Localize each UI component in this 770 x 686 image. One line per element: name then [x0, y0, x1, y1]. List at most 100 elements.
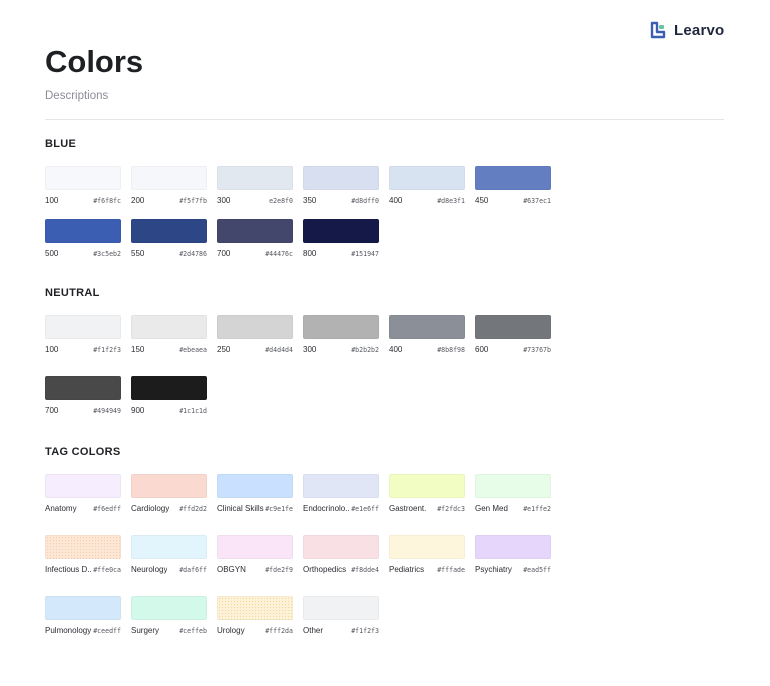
color-swatch[interactable]: 700 #494949 — [45, 376, 121, 416]
swatch-label: 900 — [131, 406, 145, 415]
color-swatch[interactable]: Cardiology #ffd2d2 — [131, 474, 207, 514]
swatch-grid-neutral: 100 #f1f2f3 150 #ebeaea 250 #d4d4d4 300 #b2b2b2… — [45, 315, 551, 416]
color-swatch[interactable]: Endocrinolo.. #e1e6ff — [303, 474, 379, 514]
color-swatch[interactable]: Infectious D.. #ffe0ca — [45, 535, 121, 575]
swatch-label: 800 — [303, 249, 317, 258]
color-swatch[interactable]: Urology #fff2da — [217, 596, 293, 636]
swatch-label: 300 — [303, 345, 317, 354]
swatch-label: 550 — [131, 249, 145, 258]
color-swatch[interactable]: Psychiatry #ead5ff — [475, 535, 551, 575]
swatch-color-chip — [303, 166, 379, 190]
swatch-color-chip — [131, 376, 207, 400]
color-swatch[interactable]: Surgery #ceffeb — [131, 596, 207, 636]
color-swatch[interactable]: OBGYN #fde2f9 — [217, 535, 293, 575]
color-swatch[interactable]: 450 #637ec1 — [475, 166, 551, 206]
swatch-color-chip — [475, 315, 551, 339]
color-swatch[interactable]: 500 #3c5eb2 — [45, 219, 121, 259]
color-swatch[interactable]: Gastroent. #f2fdc3 — [389, 474, 465, 514]
color-swatch[interactable]: 550 #2d4786 — [131, 219, 207, 259]
swatch-color-chip — [389, 166, 465, 190]
swatch-hex-code: #b2b2b2 — [351, 346, 379, 354]
swatch-label: Gen Med — [475, 504, 508, 513]
color-swatch[interactable]: 350 #d8dff0 — [303, 166, 379, 206]
swatch-label: Gastroent. — [389, 504, 427, 513]
color-swatch[interactable]: Neurology #daf6ff — [131, 535, 207, 575]
swatch-label: OBGYN — [217, 565, 246, 574]
swatch-hex-code: #ceffeb — [179, 627, 207, 635]
swatch-hex-code: #ffe0ca — [93, 566, 121, 574]
swatch-color-chip — [217, 166, 293, 190]
color-swatch[interactable]: Clinical Skills #c9e1fe — [217, 474, 293, 514]
page-description: Descriptions — [45, 90, 109, 102]
color-swatch[interactable]: 300 #b2b2b2 — [303, 315, 379, 355]
color-swatch[interactable]: 150 #ebeaea — [131, 315, 207, 355]
swatch-color-chip — [45, 474, 121, 498]
swatch-hex-code: #f6edff — [93, 505, 121, 513]
swatch-hex-code: #d4d4d4 — [265, 346, 293, 354]
section-title-neutral: NEUTRAL — [45, 287, 100, 299]
header-divider — [45, 119, 724, 120]
swatch-hex-code: #d8e3f1 — [437, 197, 465, 205]
swatch-hex-code: #f5f7fb — [179, 197, 207, 205]
color-swatch[interactable]: 600 #73767b — [475, 315, 551, 355]
swatch-color-chip — [475, 166, 551, 190]
color-swatch[interactable]: Gen Med #e1ffe2 — [475, 474, 551, 514]
color-swatch[interactable]: Anatomy #f6edff — [45, 474, 121, 514]
color-swatch[interactable]: 250 #d4d4d4 — [217, 315, 293, 355]
color-swatch[interactable]: 700 #44476c — [217, 219, 293, 259]
swatch-color-chip — [217, 219, 293, 243]
swatch-grid-tag-colors: Anatomy #f6edff Cardiology #ffd2d2 Clinical … — [45, 474, 551, 636]
color-swatch[interactable]: 300 e2e8f0 — [217, 166, 293, 206]
swatch-hex-code: #fff2da — [265, 627, 293, 635]
swatch-hex-code: #151947 — [351, 250, 379, 258]
color-swatch[interactable]: 200 #f5f7fb — [131, 166, 207, 206]
swatch-label: Other — [303, 626, 324, 635]
color-swatch[interactable]: Other #f1f2f3 — [303, 596, 379, 636]
swatch-hex-code: #ebeaea — [179, 346, 207, 354]
swatch-label: Infectious D.. — [45, 565, 92, 574]
color-swatch[interactable]: Pulmonology #ceedff — [45, 596, 121, 636]
swatch-hex-code: #494949 — [93, 407, 121, 415]
section-blue: BLUE 100 #f6f8fc 200 #f5f7fb 300 e2e8f0 350 #d8… — [45, 138, 551, 259]
color-swatch[interactable]: Pediatrics #fffade — [389, 535, 465, 575]
color-swatch[interactable]: 400 #d8e3f1 — [389, 166, 465, 206]
color-swatch[interactable]: 800 #151947 — [303, 219, 379, 259]
swatch-color-chip — [131, 166, 207, 190]
swatch-hex-code: #e1e6ff — [351, 505, 379, 513]
swatch-hex-code: #ead5ff — [523, 566, 551, 574]
swatch-color-chip — [217, 535, 293, 559]
swatch-label: 300 — [217, 196, 231, 205]
swatch-color-chip — [475, 474, 551, 498]
swatch-color-chip — [303, 535, 379, 559]
swatch-color-chip — [217, 596, 293, 620]
swatch-color-chip — [131, 474, 207, 498]
color-swatch[interactable]: 100 #f6f8fc — [45, 166, 121, 206]
brand-logo[interactable]: Learvo — [650, 21, 724, 39]
swatch-color-chip — [45, 166, 121, 190]
swatch-color-chip — [303, 219, 379, 243]
swatch-hex-code: #daf6ff — [179, 566, 207, 574]
swatch-hex-code: #fffade — [437, 566, 465, 574]
swatch-color-chip — [45, 535, 121, 559]
swatch-color-chip — [217, 474, 293, 498]
color-swatch[interactable]: Orthopedics #f8dde4 — [303, 535, 379, 575]
swatch-label: 400 — [389, 345, 403, 354]
color-swatch[interactable]: 400 #8b8f98 — [389, 315, 465, 355]
swatch-hex-code: #f6f8fc — [93, 197, 121, 205]
swatch-hex-code: #73767b — [523, 346, 551, 354]
swatch-hex-code: #1c1c1d — [179, 407, 207, 415]
color-swatch[interactable]: 100 #f1f2f3 — [45, 315, 121, 355]
swatch-hex-code: #3c5eb2 — [93, 250, 121, 258]
swatch-label: 500 — [45, 249, 59, 258]
swatch-color-chip — [45, 596, 121, 620]
swatch-label: 450 — [475, 196, 489, 205]
swatch-label: 150 — [131, 345, 145, 354]
swatch-hex-code: #f8dde4 — [351, 566, 379, 574]
swatch-label: Orthopedics — [303, 565, 347, 574]
color-swatch[interactable]: 900 #1c1c1d — [131, 376, 207, 416]
swatch-hex-code: #d8dff0 — [351, 197, 379, 205]
swatch-label: 600 — [475, 345, 489, 354]
swatch-label: 200 — [131, 196, 145, 205]
swatch-label: 700 — [45, 406, 59, 415]
swatch-color-chip — [45, 376, 121, 400]
